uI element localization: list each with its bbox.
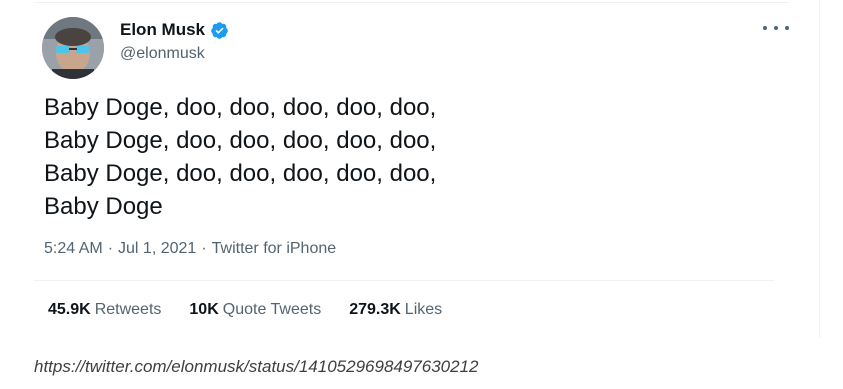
engagement-stats: 45.9K Retweets 10K Quote Tweets 279.3K Like… <box>48 301 442 319</box>
retweets-count: 45.9K <box>48 301 91 318</box>
verified-badge-icon <box>210 21 229 40</box>
likes-count: 279.3K <box>349 301 401 318</box>
quote-tweets-label: Quote Tweets <box>222 301 322 318</box>
tweet-time[interactable]: 5:24 AM <box>44 240 103 257</box>
retweets-stat[interactable]: 45.9K Retweets <box>48 301 161 319</box>
tweet-metadata: 5:24 AM · Jul 1, 2021 · Twitter for iPhone <box>44 240 336 258</box>
meta-separator: · <box>201 240 207 257</box>
tweet-text-line: Baby Doge, doo, doo, doo, doo, doo, <box>44 94 437 121</box>
avatar[interactable] <box>42 17 104 79</box>
tweet-text-line: Baby Doge, doo, doo, doo, doo, doo, <box>44 127 437 154</box>
retweets-label: Retweets <box>94 301 162 318</box>
author-name[interactable]: Elon Musk <box>120 20 205 40</box>
tweet-text-line: Baby Doge, doo, doo, doo, doo, doo, <box>44 160 437 187</box>
quote-tweets-stat[interactable]: 10K Quote Tweets <box>189 301 321 319</box>
likes-label: Likes <box>404 301 443 318</box>
card-top-border <box>34 2 789 3</box>
author-name-row: Elon Musk <box>120 20 229 40</box>
likes-stat[interactable]: 279.3K Likes <box>349 301 442 319</box>
tweet-date[interactable]: Jul 1, 2021 <box>118 240 196 257</box>
author-handle[interactable]: @elonmusk <box>120 45 205 63</box>
tweet-card: Elon Musk @elonmusk Baby Doge, doo, doo,… <box>24 0 820 338</box>
meta-separator: · <box>107 240 114 257</box>
tweet-text-line: Baby Doge <box>44 193 163 220</box>
more-options-icon[interactable] <box>763 20 789 36</box>
tweet-url-caption: https://twitter.com/elonmusk/status/1410… <box>34 357 479 376</box>
stats-divider <box>34 280 774 281</box>
tweet-text: Baby Doge, doo, doo, doo, doo, doo, Baby… <box>44 91 744 223</box>
tweet-source[interactable]: Twitter for iPhone <box>212 240 337 257</box>
quote-tweets-count: 10K <box>189 301 219 318</box>
avatar-image <box>42 17 104 79</box>
